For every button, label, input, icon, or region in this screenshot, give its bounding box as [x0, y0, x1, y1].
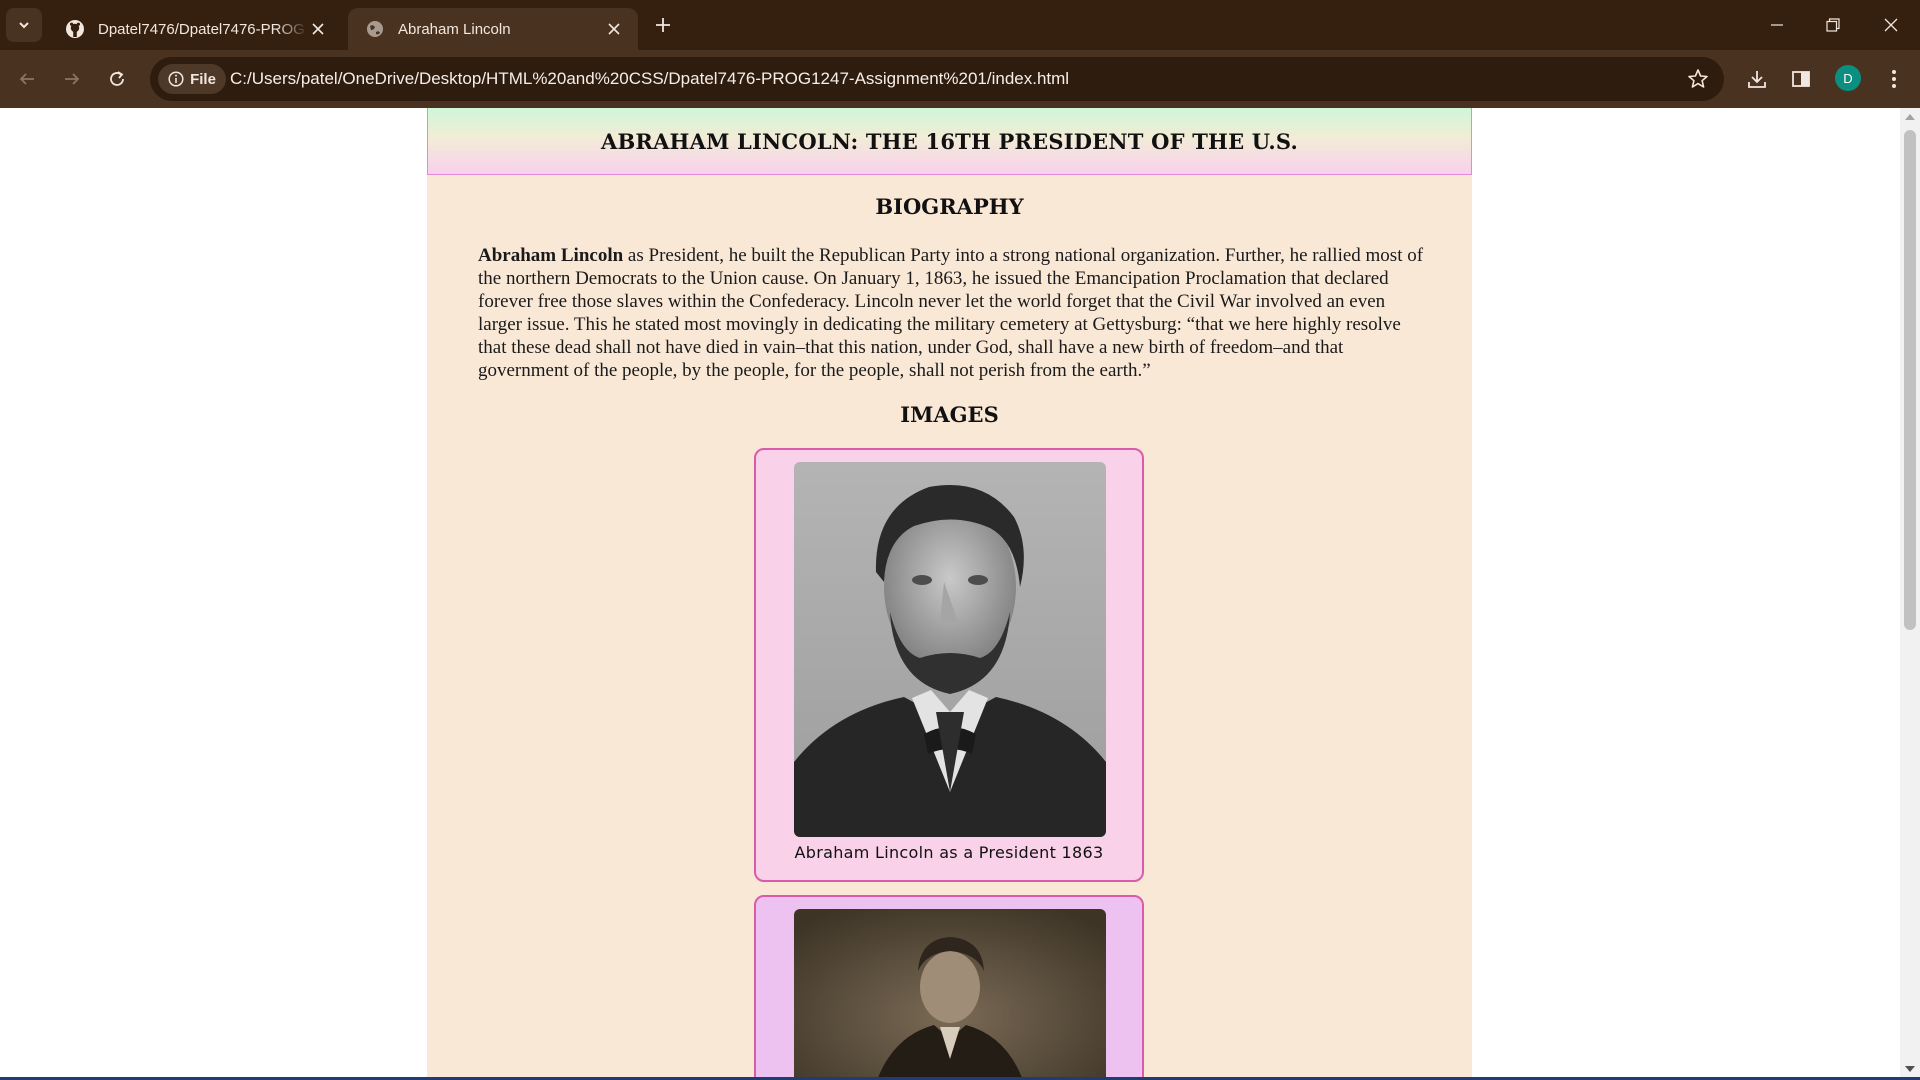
- tab-github[interactable]: Dpatel7476/Dpatel7476-PROG1247: [48, 8, 342, 50]
- image-card: [754, 895, 1144, 1078]
- globe-icon: [364, 18, 386, 40]
- biography-heading: BIOGRAPHY: [875, 194, 1024, 219]
- plus-icon: [656, 18, 670, 32]
- reload-icon: [110, 71, 124, 86]
- minimize-button[interactable]: [1762, 10, 1792, 40]
- page-container: ABRAHAM LINCOLN: THE 16TH PRESIDENT OF T…: [427, 108, 1472, 1078]
- site-info-chip[interactable]: File: [158, 64, 226, 94]
- side-panel-icon[interactable]: [1785, 63, 1817, 95]
- tab-abraham-lincoln[interactable]: Abraham Lincoln: [348, 8, 638, 50]
- lincoln-portrait-1863: [794, 462, 1106, 837]
- address-bar[interactable]: File C:/Users/patel/OneDrive/Desktop/HTM…: [150, 57, 1724, 101]
- close-icon[interactable]: [604, 19, 624, 39]
- arrow-right-icon: [65, 73, 80, 85]
- image-card: Abraham Lincoln as a President 1863: [754, 448, 1144, 882]
- profile-avatar[interactable]: D: [1835, 65, 1861, 91]
- lincoln-portrait-early: [794, 909, 1106, 1078]
- bookmark-star-icon[interactable]: [1686, 67, 1710, 91]
- security-chip-label: File: [190, 70, 216, 88]
- tab-title: Dpatel7476/Dpatel7476-PROG1247: [98, 20, 308, 38]
- vertical-scrollbar[interactable]: [1900, 108, 1920, 1078]
- reload-button[interactable]: [100, 62, 134, 96]
- back-button[interactable]: [10, 62, 44, 96]
- close-icon: [1884, 18, 1898, 32]
- images-heading: IMAGES: [900, 402, 999, 427]
- tab-title: Abraham Lincoln: [398, 20, 511, 38]
- minimize-icon: [1771, 24, 1783, 26]
- github-icon: [64, 18, 86, 40]
- restore-button[interactable]: [1818, 10, 1848, 40]
- image-caption: Abraham Lincoln as a President 1863: [794, 843, 1104, 862]
- tab-search-button[interactable]: [6, 8, 42, 42]
- close-icon[interactable]: [308, 19, 328, 39]
- page-header: ABRAHAM LINCOLN: THE 16TH PRESIDENT OF T…: [427, 108, 1472, 175]
- page-viewport: ABRAHAM LINCOLN: THE 16TH PRESIDENT OF T…: [0, 108, 1900, 1078]
- scroll-down-arrow-icon[interactable]: [1905, 1066, 1915, 1072]
- scroll-up-arrow-icon[interactable]: [1905, 114, 1915, 120]
- new-tab-button[interactable]: [650, 12, 676, 38]
- restore-icon: [1826, 18, 1840, 32]
- browser-toolbar: File C:/Users/patel/OneDrive/Desktop/HTM…: [0, 50, 1920, 108]
- biography-name: Abraham Lincoln: [478, 245, 624, 266]
- scrollbar-thumb[interactable]: [1904, 130, 1916, 630]
- biography-paragraph: Abraham Lincoln as President, he built t…: [478, 244, 1428, 382]
- download-icon[interactable]: [1741, 63, 1773, 95]
- tab-strip: Dpatel7476/Dpatel7476-PROG1247 Abraham L…: [0, 0, 1920, 50]
- url-text[interactable]: C:/Users/patel/OneDrive/Desktop/HTML%20a…: [230, 69, 1069, 89]
- chevron-down-icon: [19, 22, 29, 29]
- arrow-left-icon: [19, 73, 34, 85]
- info-icon: [168, 71, 184, 87]
- forward-button[interactable]: [55, 62, 89, 96]
- window-close-button[interactable]: [1876, 10, 1906, 40]
- page-title: ABRAHAM LINCOLN: THE 16TH PRESIDENT OF T…: [600, 128, 1299, 154]
- more-options-icon[interactable]: [1878, 63, 1910, 95]
